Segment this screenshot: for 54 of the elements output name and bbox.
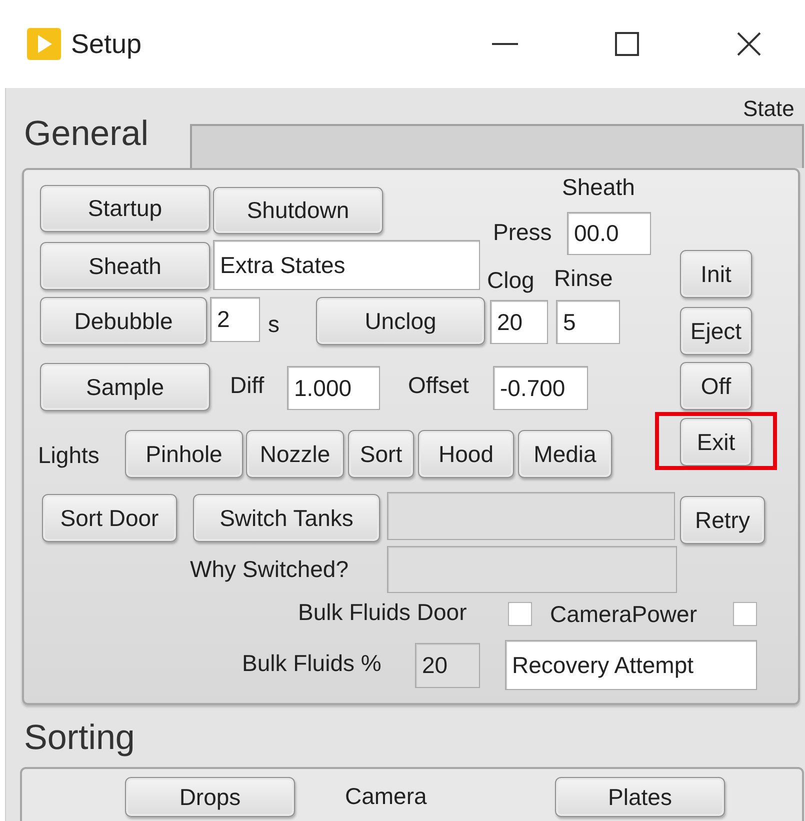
field-label: s	[268, 311, 280, 338]
indicator-field[interactable]	[387, 492, 675, 540]
button[interactable]: Switch Tanks	[193, 494, 380, 542]
section-title: Sorting	[24, 718, 135, 758]
field-label: Lights	[38, 442, 100, 469]
input-field[interactable]: Recovery Attempt	[505, 640, 757, 690]
button[interactable]: Exit	[680, 418, 752, 466]
field-label: Bulk Fluids Door	[298, 599, 467, 626]
indicator-field[interactable]	[387, 546, 677, 593]
button[interactable]: Hood	[418, 430, 514, 478]
button[interactable]: Shutdown	[213, 187, 383, 234]
button[interactable]: Init	[680, 250, 752, 298]
button[interactable]: Unclog	[316, 297, 485, 345]
button[interactable]: Off	[680, 362, 752, 410]
button[interactable]: Plates	[555, 777, 725, 817]
button[interactable]: Media	[518, 430, 612, 478]
close-icon[interactable]	[736, 31, 762, 57]
window-title: Setup	[71, 28, 142, 60]
input-field[interactable]: 1.000	[287, 366, 380, 410]
checkbox[interactable]	[733, 602, 757, 626]
indicator-field[interactable]: 20	[415, 643, 480, 688]
field-label: Press	[493, 219, 552, 246]
button[interactable]: Nozzle	[246, 430, 344, 478]
field-label: CameraPower	[550, 601, 697, 628]
app-icon	[27, 28, 61, 60]
input-field[interactable]: 5	[556, 300, 620, 344]
field-label: Bulk Fluids %	[242, 650, 382, 677]
field-label: Diff	[230, 372, 264, 399]
button[interactable]: Sort	[348, 430, 414, 478]
field-label: Camera	[345, 783, 427, 810]
section-title: General	[24, 114, 149, 154]
button[interactable]: Retry	[680, 496, 765, 544]
button[interactable]: Sort Door	[42, 494, 177, 542]
input-field[interactable]: Extra States	[213, 240, 480, 290]
input-field[interactable]: 00.0	[567, 212, 651, 255]
input-field[interactable]: -0.700	[493, 366, 588, 410]
maximize-icon[interactable]	[615, 32, 639, 56]
button[interactable]: Pinhole	[125, 430, 243, 478]
field-label: Clog	[487, 267, 534, 294]
field-label: Rinse	[554, 265, 613, 292]
state-label: State	[743, 96, 794, 122]
button[interactable]: Eject	[680, 307, 752, 355]
field-label: Sheath	[562, 174, 635, 201]
input-field[interactable]: 2	[210, 297, 260, 342]
minimize-icon[interactable]	[492, 42, 518, 46]
button[interactable]: Debubble	[40, 297, 207, 345]
button[interactable]: Startup	[40, 185, 210, 232]
field-label: Offset	[408, 372, 469, 399]
button[interactable]: Sheath	[40, 242, 210, 290]
button[interactable]: Drops	[125, 777, 295, 817]
input-field[interactable]: 20	[490, 300, 548, 344]
checkbox[interactable]	[508, 602, 532, 626]
field-label: Why Switched?	[190, 556, 349, 583]
button[interactable]: Sample	[40, 363, 210, 411]
